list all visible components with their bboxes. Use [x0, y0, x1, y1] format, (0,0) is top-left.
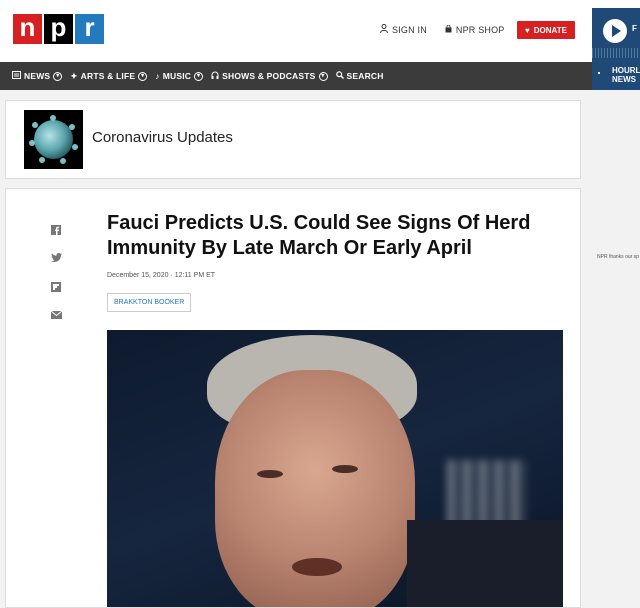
coronavirus-image — [24, 110, 83, 169]
sign-in-label: SIGN IN — [392, 24, 427, 35]
dancer-icon: ✦ — [70, 70, 78, 81]
nav-item-music[interactable]: ♪ MUSIC ▾ — [155, 71, 204, 81]
npr-shop-label: NPR SHOP — [455, 24, 505, 35]
flipboard-icon[interactable] — [50, 282, 62, 294]
nav-item-shows-podcasts[interactable]: SHOWS & PODCASTS ▾ — [211, 71, 328, 81]
shopping-bag-icon — [445, 24, 452, 35]
nav-item-arts-life[interactable]: ✦ ARTS & LIFE ▾ — [70, 70, 148, 82]
music-note-icon: ♪ — [155, 71, 160, 81]
logo-letter-n: n — [13, 14, 42, 44]
twitter-icon[interactable] — [50, 253, 62, 265]
nav-label-music: MUSIC — [162, 71, 192, 81]
topic-banner[interactable]: Coronavirus Updates — [5, 100, 581, 179]
nav-item-search[interactable]: SEARCH — [335, 71, 384, 81]
facebook-icon[interactable] — [50, 225, 62, 237]
logo-letter-r: r — [75, 14, 104, 44]
chevron-down-icon: ▾ — [138, 71, 148, 81]
live-radio-player[interactable]: F HOURL NEWS — [592, 8, 640, 90]
play-icon[interactable] — [603, 19, 627, 43]
logo-letter-p: p — [44, 14, 73, 44]
main-nav: NEWS ▾ ✦ ARTS & LIFE ▾ ♪ MUSIC ▾ SHOWS &… — [0, 62, 592, 90]
author-byline[interactable]: BRAKKTON BOOKER — [107, 293, 192, 312]
sign-in-link[interactable]: SIGN IN — [380, 24, 427, 35]
hourly-line-1: HOURL — [612, 66, 640, 75]
audio-waveform — [592, 48, 640, 58]
heart-icon: ♥ — [525, 25, 530, 35]
top-links: SIGN IN NPR SHOP — [380, 24, 523, 35]
donate-button[interactable]: ♥ DONATE — [517, 21, 575, 39]
npr-logo[interactable]: n p r — [13, 14, 104, 44]
article-headline: Fauci Predicts U.S. Could See Signs Of H… — [107, 212, 531, 259]
user-icon — [380, 24, 388, 35]
newspaper-icon — [12, 71, 21, 81]
chevron-down-icon: ▾ — [194, 71, 204, 81]
sponsor-message: NPR thanks our sp — [597, 254, 639, 260]
topic-title[interactable]: Coronavirus Updates — [92, 129, 233, 146]
nav-label-search: SEARCH — [346, 71, 384, 81]
search-icon — [335, 71, 344, 81]
article-photo — [107, 330, 563, 607]
article-date: December 15, 2020 · 12:11 PM ET — [107, 272, 216, 279]
nav-label-news: NEWS — [24, 71, 51, 81]
npr-shop-link[interactable]: NPR SHOP — [445, 24, 505, 35]
nav-item-news[interactable]: NEWS ▾ — [12, 71, 63, 81]
top-header: n p r SIGN IN NPR SHOP ♥ DONATE — [0, 0, 640, 62]
nav-label-shows-podcasts: SHOWS & PODCASTS — [222, 71, 316, 81]
bullet-icon — [598, 72, 600, 74]
donate-label: DONATE — [533, 25, 567, 35]
headphones-icon — [211, 71, 219, 81]
player-station-label: F — [632, 24, 637, 33]
chevron-down-icon: ▾ — [318, 71, 328, 81]
nav-label-arts-life: ARTS & LIFE — [80, 71, 136, 81]
chevron-down-icon: ▾ — [53, 71, 63, 81]
hourly-news-label: HOURL NEWS — [612, 66, 640, 84]
article-card: Fauci Predicts U.S. Could See Signs Of H… — [5, 188, 581, 608]
hourly-line-2: NEWS — [612, 75, 636, 84]
email-icon[interactable] — [50, 310, 62, 322]
